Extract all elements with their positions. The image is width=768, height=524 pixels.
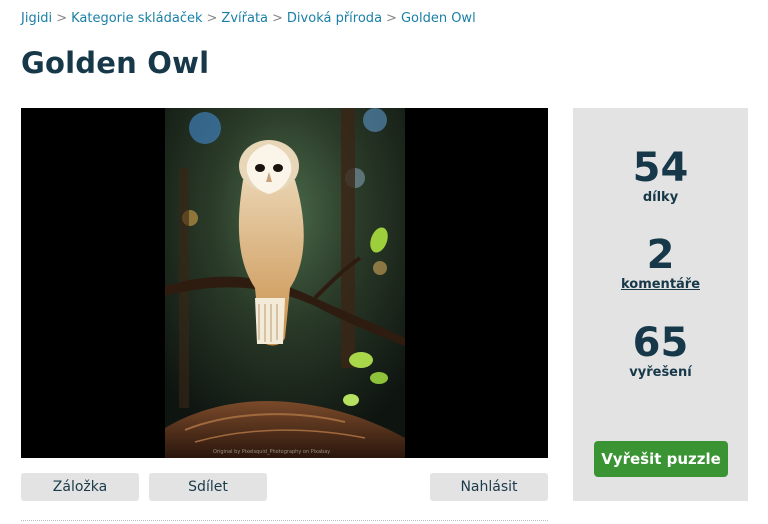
breadcrumb-separator: > bbox=[272, 11, 283, 26]
breadcrumb-separator: > bbox=[56, 11, 68, 26]
breadcrumb-separator: > bbox=[206, 11, 218, 26]
breadcrumb-link-wildlife[interactable]: Divoká příroda bbox=[287, 11, 382, 26]
content-divider bbox=[21, 520, 548, 521]
comments-count: 2 bbox=[646, 232, 675, 278]
comments-stat: 2 komentáře bbox=[573, 233, 748, 292]
solves-label: vyřešení bbox=[629, 365, 692, 380]
pieces-stat: 54 dílky bbox=[573, 146, 748, 205]
breadcrumb-link-animals[interactable]: Zvířata bbox=[221, 11, 268, 26]
puzzle-stats-panel: 54 dílky 2 komentáře 65 vyřešení Vyřešit… bbox=[573, 108, 748, 501]
puzzle-thumbnail[interactable]: Original by Pixelsquid_Photography on Pi… bbox=[165, 108, 405, 458]
pieces-label: dílky bbox=[642, 190, 679, 205]
comments-link[interactable]: komentáře bbox=[573, 277, 748, 292]
breadcrumb-link-categories[interactable]: Kategorie skládaček bbox=[71, 11, 202, 26]
puzzle-image-viewer[interactable]: Original by Pixelsquid_Photography on Pi… bbox=[21, 108, 548, 458]
bookmark-button[interactable]: Záložka bbox=[21, 473, 139, 501]
solves-stat: 65 vyřešení bbox=[573, 321, 748, 380]
owl-photo bbox=[165, 108, 405, 458]
solves-count: 65 bbox=[632, 320, 689, 366]
pieces-count: 54 bbox=[632, 145, 689, 191]
share-button[interactable]: Sdílet bbox=[149, 473, 267, 501]
breadcrumb-link-current[interactable]: Golden Owl bbox=[401, 11, 476, 26]
breadcrumb-separator: > bbox=[386, 11, 397, 26]
breadcrumb-link-jigidi[interactable]: Jigidi bbox=[21, 11, 52, 26]
breadcrumb: Jigidi > Kategorie skládaček > Zvířata > Divok… bbox=[21, 11, 476, 26]
solve-puzzle-button[interactable]: Vyřešit puzzle bbox=[594, 441, 728, 477]
page-title: Golden Owl bbox=[21, 46, 210, 80]
image-credit: Original by Pixelsquid_Photography on Pi… bbox=[213, 449, 331, 455]
report-button[interactable]: Nahlásit bbox=[430, 473, 548, 501]
